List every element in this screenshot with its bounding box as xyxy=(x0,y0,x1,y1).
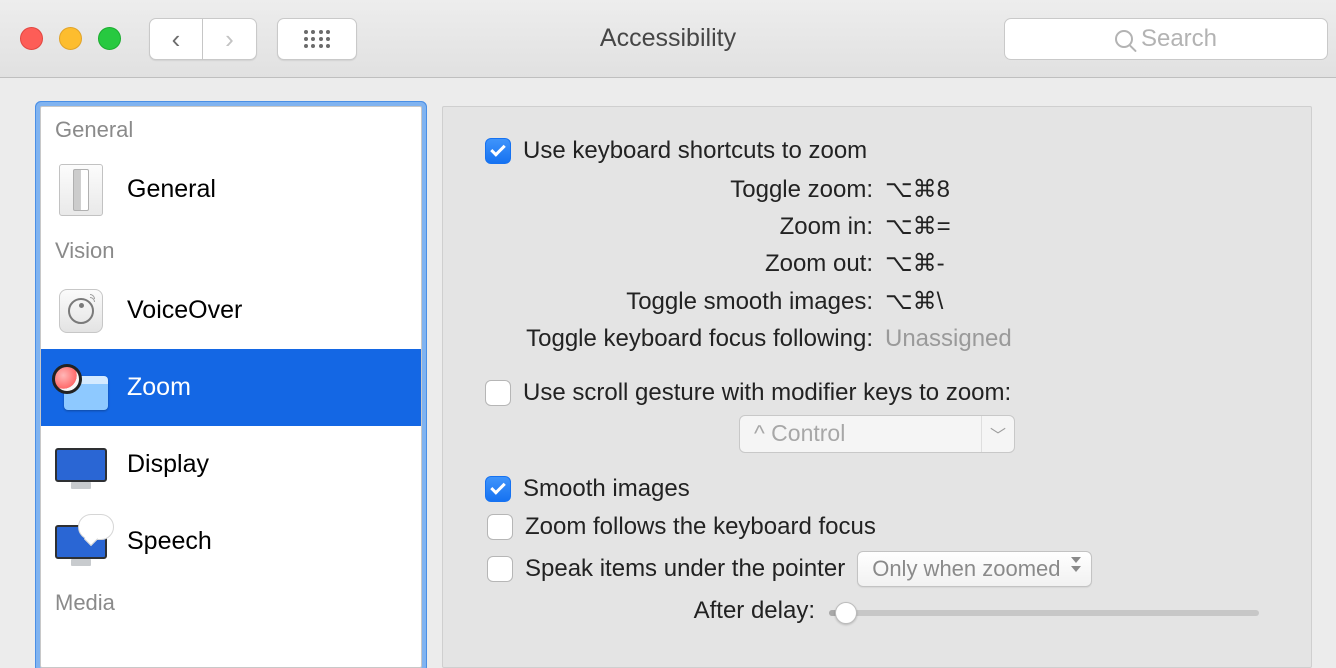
general-icon xyxy=(59,164,103,216)
shortcut-keys: ⌥⌘= xyxy=(885,208,951,245)
shortcut-label: Toggle smooth images: xyxy=(485,283,885,320)
label-follows-focus: Zoom follows the keyboard focus xyxy=(525,513,876,541)
label-after-delay: After delay: xyxy=(519,597,829,625)
titlebar: ‹ › Accessibility Search xyxy=(0,0,1336,78)
close-window-button[interactable] xyxy=(20,27,43,50)
sidebar-item-voiceover[interactable]: VoiceOver xyxy=(41,272,421,349)
display-icon xyxy=(55,448,107,482)
shortcut-label: Zoom out: xyxy=(485,245,885,282)
zoom-window-button[interactable] xyxy=(98,27,121,50)
minimize-window-button[interactable] xyxy=(59,27,82,50)
search-icon xyxy=(1115,30,1133,48)
shortcut-keys: Unassigned xyxy=(885,320,1012,357)
nav-button-group: ‹ › xyxy=(149,18,257,60)
shortcut-label: Zoom in: xyxy=(485,208,885,245)
label-smooth-images: Smooth images xyxy=(523,475,690,503)
back-button[interactable]: ‹ xyxy=(149,18,203,60)
label-speak-items: Speak items under the pointer xyxy=(525,555,845,583)
sidebar-item-zoom[interactable]: Zoom xyxy=(41,349,421,426)
modifier-key-value: ^ Control xyxy=(754,420,845,447)
checkbox-speak-items[interactable] xyxy=(487,556,513,582)
chevron-down-icon: ﹀ xyxy=(981,416,1006,452)
sidebar-item-label: VoiceOver xyxy=(127,296,242,325)
speak-mode-value: Only when zoomed xyxy=(872,556,1060,582)
label-use-keyboard-shortcuts: Use keyboard shortcuts to zoom xyxy=(523,137,867,165)
window-controls xyxy=(20,27,121,50)
sidebar-item-label: General xyxy=(127,175,216,204)
shortcut-keys: ⌥⌘- xyxy=(885,245,945,282)
checkbox-follows-focus[interactable] xyxy=(487,514,513,540)
checkbox-smooth-images[interactable] xyxy=(485,476,511,502)
shortcut-label: Toggle keyboard focus following: xyxy=(485,320,885,357)
sidebar-item-label: Zoom xyxy=(127,373,191,402)
label-use-scroll-gesture: Use scroll gesture with modifier keys to… xyxy=(523,379,1011,407)
shortcut-keys: ⌥⌘8 xyxy=(885,171,950,208)
voiceover-icon xyxy=(59,289,103,333)
sidebar-section-media: Media xyxy=(41,580,421,624)
grid-icon xyxy=(304,30,330,48)
sidebar-item-general[interactable]: General xyxy=(41,151,421,228)
sidebar-item-label: Display xyxy=(127,450,209,479)
search-placeholder: Search xyxy=(1141,25,1217,53)
sidebar-item-speech[interactable]: Speech xyxy=(41,503,421,580)
sidebar[interactable]: General General Vision VoiceOver Zoom Di… xyxy=(40,106,422,668)
chevron-right-icon: › xyxy=(225,26,234,52)
modifier-key-select[interactable]: ^ Control ﹀ xyxy=(739,415,1015,453)
show-all-button[interactable] xyxy=(277,18,357,60)
chevron-left-icon: ‹ xyxy=(172,26,181,52)
search-input[interactable]: Search xyxy=(1004,18,1328,60)
speak-mode-popup[interactable]: Only when zoomed xyxy=(857,551,1091,587)
sidebar-item-display[interactable]: Display xyxy=(41,426,421,503)
checkbox-use-scroll-gesture[interactable] xyxy=(485,380,511,406)
checkbox-use-keyboard-shortcuts[interactable] xyxy=(485,138,511,164)
sidebar-section-vision: Vision xyxy=(41,228,421,272)
sidebar-section-general: General xyxy=(41,107,421,151)
sidebar-item-label: Speech xyxy=(127,527,212,556)
shortcut-keys: ⌥⌘\ xyxy=(885,283,943,320)
speech-icon xyxy=(55,525,107,559)
settings-panel: Use keyboard shortcuts to zoom Toggle zo… xyxy=(442,106,1312,668)
forward-button[interactable]: › xyxy=(203,18,257,60)
zoom-icon xyxy=(54,366,108,410)
shortcut-label: Toggle zoom: xyxy=(485,171,885,208)
shortcut-list: Toggle zoom: ⌥⌘8 Zoom in: ⌥⌘= Zoom out: … xyxy=(485,171,1269,357)
after-delay-slider[interactable] xyxy=(829,610,1259,616)
